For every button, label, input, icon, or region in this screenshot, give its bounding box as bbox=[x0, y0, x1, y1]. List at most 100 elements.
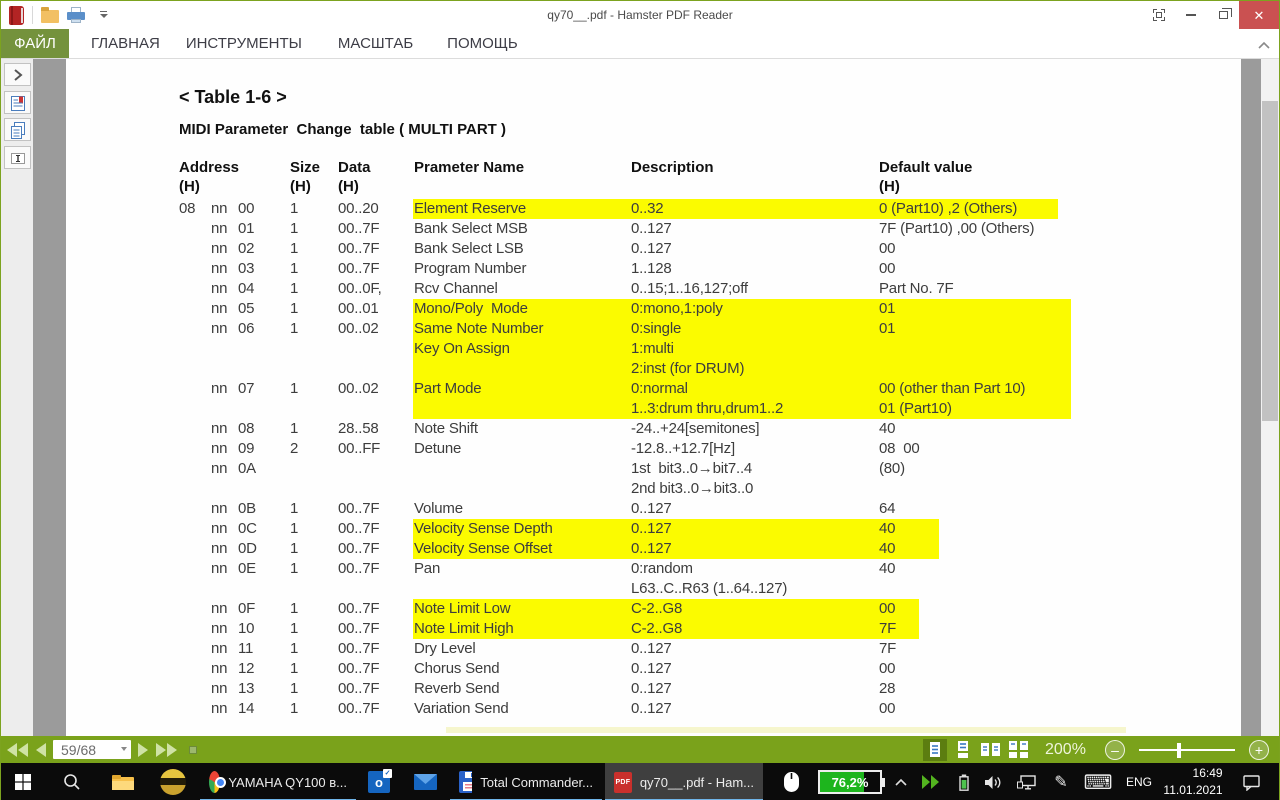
cell-a3: 0E bbox=[238, 560, 256, 577]
cell-size: 1 bbox=[290, 380, 299, 397]
view-continuous-button[interactable] bbox=[951, 739, 975, 761]
tab-home[interactable]: ГЛАВНАЯ bbox=[89, 29, 162, 58]
cell-def: 00 bbox=[879, 660, 896, 677]
battery-icon bbox=[959, 774, 969, 791]
sidebar-expand-button[interactable] bbox=[4, 63, 31, 86]
sidebar-text-select-button[interactable] bbox=[4, 146, 31, 169]
cell-name: Key On Assign bbox=[414, 340, 510, 357]
col-header-address: Address bbox=[179, 159, 240, 176]
last-page-button[interactable] bbox=[155, 742, 177, 757]
close-button[interactable]: ✕ bbox=[1239, 1, 1279, 29]
previous-page-button[interactable] bbox=[35, 742, 47, 757]
cell-data: 00..7F bbox=[338, 520, 380, 537]
cell-size: 1 bbox=[290, 280, 299, 297]
single-page-icon bbox=[930, 742, 940, 757]
cell-desc: 0..127 bbox=[631, 640, 672, 657]
clock[interactable]: 16:49 11.01.2021 bbox=[1158, 763, 1228, 800]
restore-button[interactable] bbox=[1207, 1, 1239, 29]
cell-a2: nn bbox=[211, 500, 228, 517]
last-page-icon bbox=[156, 742, 177, 757]
tab-zoom[interactable]: МАСШТАБ bbox=[336, 29, 415, 58]
view-two-continuous-button[interactable] bbox=[1007, 739, 1031, 761]
first-page-button[interactable] bbox=[7, 742, 29, 757]
cell-desc: 1..128 bbox=[631, 260, 672, 277]
cell-desc: C-2..G8 bbox=[631, 600, 683, 617]
cell-desc: 1..3:drum thru,drum1..2 bbox=[631, 400, 784, 417]
table-row: nn 12 1 00..7F Chorus Send 0..127 00 bbox=[66, 659, 1241, 679]
language-indicator[interactable]: ENG bbox=[1120, 763, 1158, 800]
vertical-scrollbar[interactable] bbox=[1261, 59, 1279, 736]
cell-desc: C-2..G8 bbox=[631, 620, 683, 637]
cell-a3: 01 bbox=[238, 220, 255, 237]
col-header-data: Data bbox=[338, 159, 371, 176]
task-total-commander[interactable]: Total Commander... bbox=[450, 763, 602, 800]
windows-start-icon bbox=[15, 774, 31, 790]
zoom-in-button[interactable]: + bbox=[1249, 739, 1269, 760]
col-header-default-value: Default value bbox=[879, 159, 973, 176]
zoom-slider-handle[interactable] bbox=[1177, 742, 1181, 758]
tray-volume-button[interactable] bbox=[978, 763, 1008, 800]
tray-show-hidden-button[interactable] bbox=[888, 763, 914, 800]
mouse-settings-button[interactable] bbox=[770, 763, 812, 800]
tray-touch-keyboard-button[interactable]: ⌨ bbox=[1078, 763, 1118, 800]
taskbar-search-button[interactable] bbox=[48, 763, 96, 800]
cell-a2: nn bbox=[211, 420, 228, 437]
cell-a2: nn bbox=[211, 280, 228, 297]
cell-a3: 0F bbox=[238, 600, 256, 617]
cell-a2: nn bbox=[211, 700, 228, 717]
view-two-pages-button[interactable] bbox=[979, 739, 1003, 761]
cell-a3: 03 bbox=[238, 260, 255, 277]
table-row: nn 0F 1 00..7F Note Limit Low C-2..G8 00 bbox=[66, 599, 1241, 619]
cell-name: Dry Level bbox=[414, 640, 476, 657]
search-icon bbox=[64, 774, 80, 790]
file-explorer-button[interactable] bbox=[100, 763, 146, 800]
cell-a3: 11 bbox=[238, 640, 254, 657]
ribbon-collapse-button[interactable] bbox=[1257, 37, 1271, 55]
tray-battery-button[interactable] bbox=[950, 763, 978, 800]
battery-percentage-widget[interactable]: 76,2% bbox=[814, 763, 886, 800]
next-page-button[interactable] bbox=[137, 742, 149, 757]
cell-name: Same Note Number bbox=[414, 320, 544, 337]
cell-a2: nn bbox=[211, 260, 228, 277]
cell-data: 00..7F bbox=[338, 500, 380, 517]
scrollbar-thumb[interactable] bbox=[1262, 101, 1278, 421]
cell-data: 28..58 bbox=[338, 420, 379, 437]
page-dropdown-icon[interactable] bbox=[121, 747, 127, 751]
start-button[interactable] bbox=[1, 763, 46, 800]
pdf-table-title: < Table 1-6 > bbox=[179, 87, 287, 107]
qy100-app-button[interactable] bbox=[150, 763, 196, 800]
next-page-icon bbox=[138, 742, 148, 757]
zoom-out-button[interactable]: – bbox=[1105, 739, 1125, 760]
zoom-slider[interactable] bbox=[1139, 740, 1235, 760]
cell-a3: 09 bbox=[238, 440, 255, 457]
mail-button[interactable] bbox=[404, 763, 446, 800]
main-area: < Table 1-6 > MIDI Parameter Change tabl… bbox=[1, 59, 1279, 736]
cell-a2: nn bbox=[211, 220, 228, 237]
tab-file[interactable]: ФАЙЛ bbox=[1, 29, 69, 58]
page-number-input[interactable]: 59/68 bbox=[53, 740, 131, 759]
tab-help[interactable]: ПОМОЩЬ bbox=[445, 29, 520, 58]
stop-icon[interactable] bbox=[189, 745, 197, 754]
view-single-page-button[interactable] bbox=[923, 738, 947, 761]
cell-a2: nn bbox=[211, 540, 228, 557]
fullscreen-button[interactable] bbox=[1143, 1, 1175, 29]
cell-data: 00..7F bbox=[338, 540, 380, 557]
cell-size: 1 bbox=[290, 260, 299, 277]
cell-size: 1 bbox=[290, 540, 299, 557]
cell-a2: nn bbox=[211, 600, 228, 617]
outlook-button[interactable]: o ✓ bbox=[358, 763, 400, 800]
mouse-icon bbox=[783, 772, 799, 792]
tab-tools[interactable]: ИНСТРУМЕНТЫ bbox=[184, 29, 304, 58]
task-chrome-yamaha[interactable]: YAMAHA QY100 в... bbox=[200, 763, 356, 800]
tray-app-green-chevrons[interactable] bbox=[916, 763, 946, 800]
chevron-up-icon bbox=[1258, 41, 1270, 49]
action-center-button[interactable] bbox=[1232, 763, 1272, 800]
tray-network-button[interactable] bbox=[1010, 763, 1044, 800]
sidebar-thumbnails-button[interactable] bbox=[4, 118, 31, 141]
page-navigation: 59/68 bbox=[7, 736, 197, 763]
task-pdf-reader[interactable]: PDF qy70__.pdf - Ham... bbox=[605, 763, 763, 800]
cell-data: 00..7F bbox=[338, 700, 380, 717]
tray-pen-button[interactable]: ✎ bbox=[1046, 763, 1076, 800]
minimize-button[interactable] bbox=[1175, 1, 1207, 29]
sidebar-bookmarks-button[interactable] bbox=[4, 91, 31, 114]
